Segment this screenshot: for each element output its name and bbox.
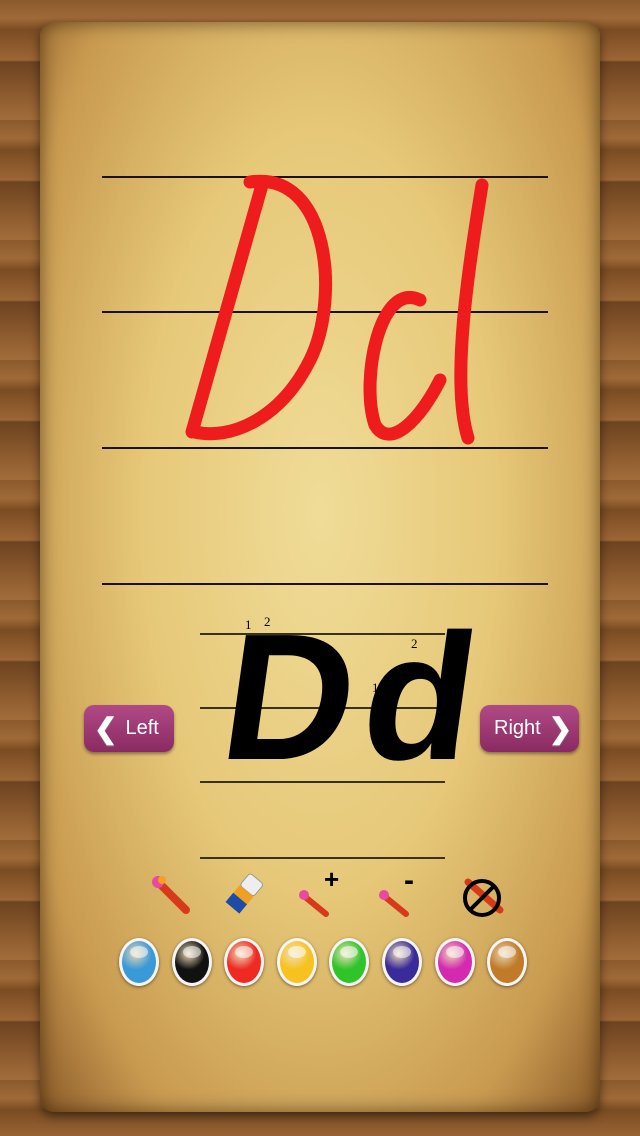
- eraser-button[interactable]: [220, 870, 268, 918]
- drawn-stroke: [185, 178, 269, 439]
- brush-button[interactable]: [146, 870, 194, 918]
- drawn-stroke: [188, 174, 332, 441]
- brush-icon: [152, 876, 190, 914]
- chevron-left-icon: ❮: [94, 713, 118, 744]
- right-label: Right: [494, 717, 541, 739]
- svg-text:+: +: [324, 870, 339, 894]
- user-drawing: [185, 174, 489, 445]
- brush-size-decrease-icon: -: [379, 870, 414, 917]
- chevron-right-icon: ❯: [548, 713, 573, 744]
- stroke-number: 1: [372, 680, 379, 695]
- drawn-stroke: [454, 178, 489, 445]
- color-swatch[interactable]: [119, 938, 159, 986]
- color-swatch[interactable]: [487, 938, 528, 986]
- svg-text:-: -: [404, 870, 414, 897]
- brush-size-increase-icon: +: [299, 870, 339, 917]
- clear-drawing-button[interactable]: [456, 870, 504, 918]
- brush-size-increase-button[interactable]: +: [296, 870, 344, 918]
- left-button[interactable]: ❮ Left: [84, 705, 174, 752]
- clear-drawing-icon: [463, 878, 504, 917]
- color-swatch[interactable]: [224, 938, 265, 986]
- stroke-number: 2: [411, 636, 418, 651]
- color-swatch[interactable]: [276, 938, 317, 986]
- color-swatch[interactable]: [171, 938, 212, 986]
- right-button[interactable]: Right ❯: [480, 705, 579, 752]
- guide-letter: Dd: [210, 597, 500, 798]
- stroke-number: 1: [245, 617, 252, 632]
- color-swatch[interactable]: [382, 938, 422, 986]
- stroke-number: 2: [264, 614, 271, 629]
- brush-size-decrease-button[interactable]: -: [376, 870, 424, 918]
- color-swatch[interactable]: [434, 938, 475, 986]
- eraser-icon: [225, 873, 264, 914]
- drawn-stroke: [363, 291, 447, 441]
- guide-line: [200, 857, 445, 859]
- left-label: Left: [125, 717, 159, 739]
